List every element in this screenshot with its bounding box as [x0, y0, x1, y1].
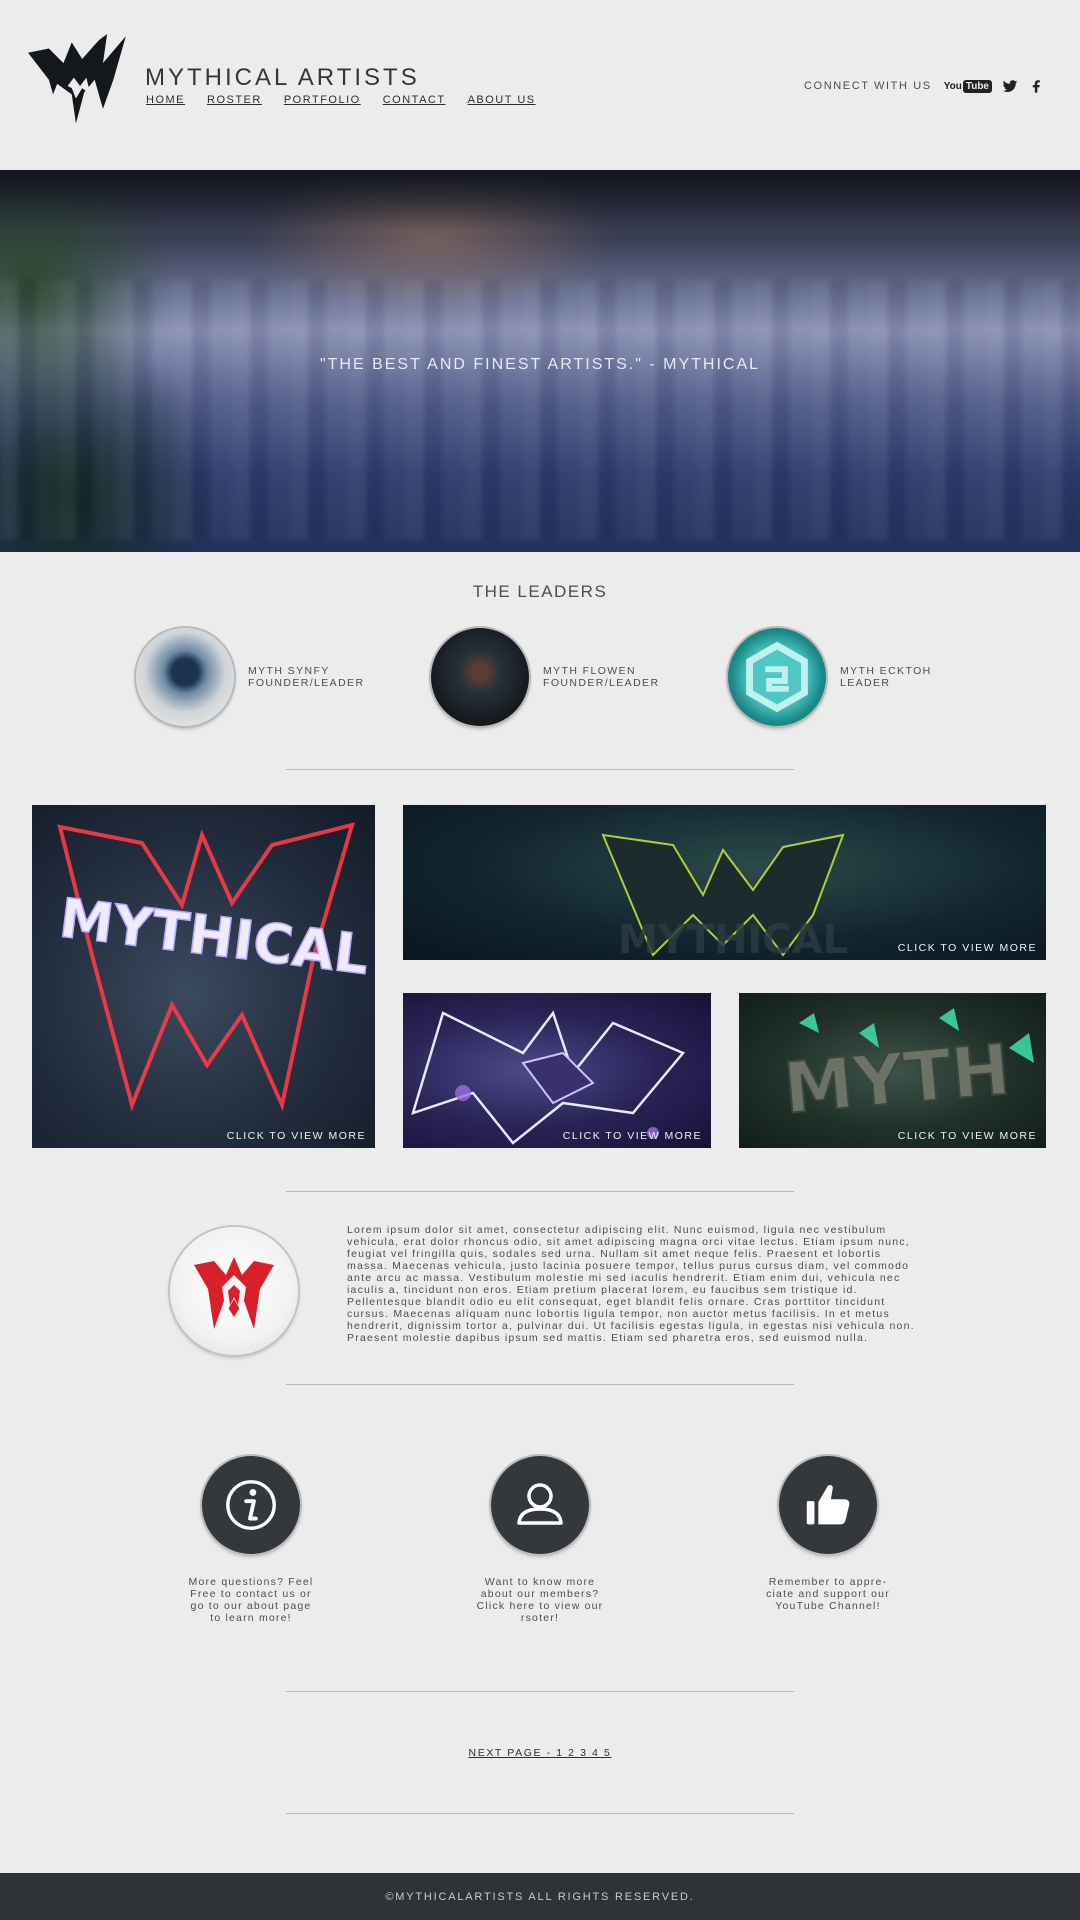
divider	[286, 1384, 794, 1385]
divider	[286, 1191, 794, 1192]
main-nav: HOME ROSTER PORTFOLIO CONTACT ABOUT US	[146, 94, 558, 106]
feature-circle[interactable]	[779, 1456, 877, 1554]
portfolio-tile-1[interactable]: MYTHICAL CLICK TO VIEW MORE	[32, 805, 375, 1148]
leader-card[interactable]: MYTH FLOWEN FOUNDER/LEADER	[431, 628, 659, 726]
feature-text: Remember to appre-ciate and support our …	[766, 1576, 890, 1612]
feature-youtube[interactable]: Remember to appre-ciate and support our …	[748, 1456, 908, 1612]
portfolio-tile-2[interactable]: MYTHICAL CLICK TO VIEW MORE	[403, 805, 1046, 960]
leader-name: MYTH ECKTOH	[840, 665, 932, 677]
avatar[interactable]	[728, 628, 826, 726]
youtube-tube: Tube	[962, 79, 992, 93]
site-title: MYTHICAL ARTISTS	[145, 64, 420, 91]
mythical-red-logo-icon	[194, 1257, 274, 1329]
leader-role: LEADER	[840, 677, 891, 689]
feature-circle[interactable]	[491, 1456, 589, 1554]
nav-contact[interactable]: CONTACT	[383, 94, 446, 106]
leader-info: MYTH FLOWEN FOUNDER/LEADER	[543, 665, 659, 689]
leader-name: MYTH SYNFY	[248, 665, 330, 677]
pagination[interactable]: NEXT PAGE - 1 2 3 4 5	[0, 1747, 1080, 1759]
divider	[286, 769, 794, 770]
feature-contact[interactable]: More questions? Feel Free to contact us …	[171, 1456, 331, 1624]
mythical-logo-icon[interactable]	[26, 34, 130, 138]
leader-name: MYTH FLOWEN	[543, 665, 636, 677]
tile-art-text: MYTH	[780, 1028, 1013, 1129]
view-more-link[interactable]: CLICK TO VIEW MORE	[898, 1130, 1037, 1142]
divider	[286, 1691, 794, 1692]
myth-art-icon: MYTH	[779, 1008, 1034, 1131]
portfolio-tile-3[interactable]: CLICK TO VIEW MORE	[403, 993, 711, 1148]
hero-quote: "THE BEST AND FINEST ARTISTS." - MYTHICA…	[319, 356, 761, 373]
tile-art-text: MYTHICAL	[56, 886, 372, 986]
user-icon	[517, 1483, 563, 1525]
view-more-link[interactable]: CLICK TO VIEW MORE	[227, 1130, 366, 1142]
nav-roster[interactable]: ROSTER	[207, 94, 262, 106]
avatar[interactable]	[431, 628, 529, 726]
portfolio-tile-4[interactable]: MYTH CLICK TO VIEW MORE	[739, 993, 1046, 1148]
mythical-art-icon: MYTHICAL	[55, 822, 373, 1112]
divider	[286, 1813, 794, 1814]
tile-art-text: MYTHICAL	[618, 917, 848, 960]
view-more-link[interactable]: CLICK TO VIEW MORE	[898, 942, 1037, 954]
leader-role: FOUNDER/LEADER	[248, 677, 365, 689]
hexagon-logo-icon	[746, 641, 808, 713]
nav-home[interactable]: HOME	[146, 94, 185, 106]
nav-portfolio[interactable]: PORTFOLIO	[284, 94, 361, 106]
social-links: CONNECT WITH US You Tube	[804, 78, 1044, 94]
twitter-icon[interactable]	[1002, 78, 1018, 94]
copyright-text: ©MYTHICALARTISTS ALL RIGHTS RESERVED.	[385, 1890, 695, 1903]
shattered-art-icon	[411, 1010, 686, 1145]
view-more-link[interactable]: CLICK TO VIEW MORE	[563, 1130, 702, 1142]
info-icon	[226, 1480, 276, 1530]
about-text: Lorem ipsum dolor sit amet, consectetur …	[347, 1224, 915, 1344]
facebook-icon[interactable]	[1028, 78, 1044, 94]
site-footer: ©MYTHICALARTISTS ALL RIGHTS RESERVED.	[0, 1873, 1080, 1920]
leader-card[interactable]: MYTH SYNFY FOUNDER/LEADER	[136, 628, 364, 726]
feature-roster[interactable]: Want to know more about our members? Cli…	[460, 1456, 620, 1624]
nav-about-us[interactable]: ABOUT US	[468, 94, 536, 106]
thumbs-up-icon	[806, 1485, 850, 1525]
connect-label: CONNECT WITH US	[804, 80, 932, 92]
site-header: MYTHICAL ARTISTS HOME ROSTER PORTFOLIO C…	[0, 0, 1080, 170]
about-logo	[170, 1227, 298, 1355]
feature-circle[interactable]	[202, 1456, 300, 1554]
leader-info: MYTH SYNFY FOUNDER/LEADER	[248, 665, 364, 689]
feature-text: Want to know more about our members? Cli…	[476, 1576, 604, 1624]
youtube-you: You	[943, 80, 962, 92]
leaders-title: THE LEADERS	[472, 582, 608, 601]
mythical-banner-art-icon: MYTHICAL	[601, 833, 848, 960]
leader-card[interactable]: MYTH ECKTOH LEADER	[728, 628, 932, 726]
leader-info: MYTH ECKTOH LEADER	[840, 665, 932, 689]
youtube-icon[interactable]: You Tube	[943, 79, 992, 93]
avatar[interactable]	[136, 628, 234, 726]
leader-role: FOUNDER/LEADER	[543, 677, 660, 689]
hero-banner: "THE BEST AND FINEST ARTISTS." - MYTHICA…	[0, 170, 1080, 552]
feature-text: More questions? Feel Free to contact us …	[188, 1576, 314, 1624]
